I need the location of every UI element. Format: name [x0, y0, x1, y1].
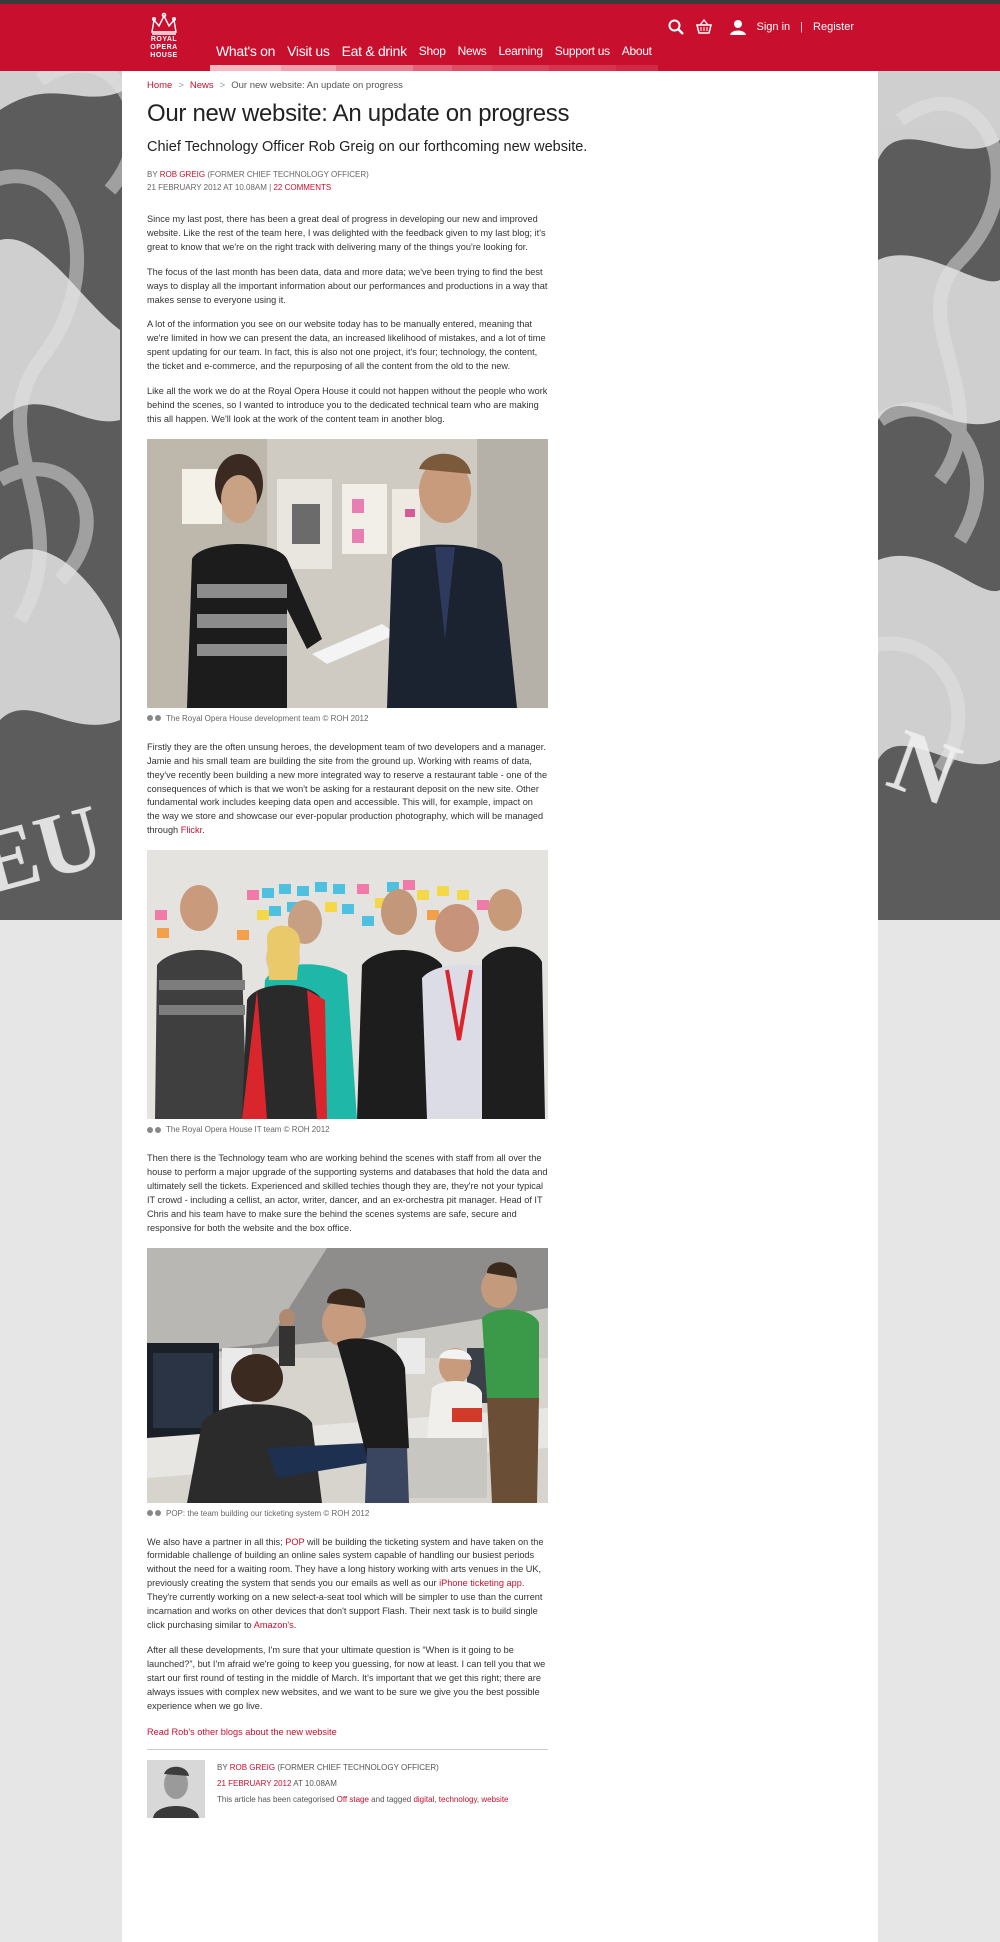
photo-caption-2: The Royal Opera House IT team © ROH 2012	[147, 1125, 548, 1134]
article-content: Home > News > Our new website: An update on …	[147, 71, 588, 1819]
photo-caption-1: The Royal Opera House development team ©…	[147, 714, 548, 723]
tag-digital-link[interactable]: digital	[413, 1795, 434, 1804]
paragraph-7-text-a: We also have a partner in all this;	[147, 1536, 286, 1547]
utility-bar: Sign in | Register	[667, 18, 854, 36]
breadcrumb: Home > News > Our new website: An update on …	[147, 80, 548, 91]
byline: BY ROB GREIG (FORMER CHIEF TECHNOLOGY OF…	[147, 168, 548, 194]
breadcrumb-current: Our new website: An update on progress	[231, 80, 403, 91]
author-box-date-link[interactable]: 21 FEBRUARY 2012	[217, 1779, 291, 1788]
logo-line-1: ROYAL	[150, 36, 178, 43]
nav-about[interactable]: About	[615, 40, 658, 71]
comments-link[interactable]: 22 COMMENTS	[273, 183, 331, 192]
caption-1-text: The Royal Opera House development team ©…	[166, 713, 369, 723]
author-box-role: (FORMER CHIEF TECHNOLOGY OFFICER)	[275, 1763, 439, 1773]
main-nav: What's on Visit us Eat & drink Shop News…	[210, 40, 658, 71]
search-icon[interactable]	[667, 18, 685, 36]
site-header: ROYAL OPERA HOUSE What's on Visit us Eat…	[0, 4, 1000, 71]
breadcrumb-chevron: >	[219, 80, 226, 91]
gallery-dots-icon[interactable]	[147, 715, 161, 722]
register-link[interactable]: Register	[813, 21, 854, 33]
author-box-details: BY ROB GREIG (FORMER CHIEF TECHNOLOGY OF…	[217, 1760, 508, 1818]
author-box: BY ROB GREIG (FORMER CHIEF TECHNOLOGY OF…	[147, 1749, 548, 1819]
nav-whats-on[interactable]: What's on	[210, 40, 282, 71]
gallery-dots-icon[interactable]	[147, 1510, 161, 1517]
paragraph-6: Then there is the Technology team who ar…	[147, 1153, 548, 1233]
paragraph-7-end: .	[293, 1620, 297, 1630]
paragraph-2: The focus of the last month has been dat…	[147, 266, 548, 305]
author-link[interactable]: ROB GREIG	[160, 170, 205, 179]
tag-website-link[interactable]: website	[481, 1795, 508, 1804]
util-separator: |	[800, 21, 804, 33]
nav-support-us[interactable]: Support us	[548, 40, 616, 71]
tag-prefix: and tagged	[368, 1795, 414, 1805]
category-prefix: This article has been categorised	[217, 1795, 337, 1805]
nav-news[interactable]: News	[451, 40, 493, 71]
page-title: Our new website: An update on progress	[147, 100, 570, 127]
paragraph-3: A lot of the information you see on our …	[147, 319, 546, 372]
pop-link[interactable]: POP	[285, 1537, 304, 1547]
paragraph-5: Firstly they are the often unsung heroes…	[147, 741, 548, 838]
sign-in-link[interactable]: Sign in	[757, 21, 791, 33]
paragraph-1: Since my last post, there has been a gre…	[147, 214, 546, 252]
article-page: Home > News > Our new website: An update on …	[122, 71, 878, 1942]
author-role: (FORMER CHIEF TECHNOLOGY OFFICER)	[205, 170, 369, 179]
top-strip	[0, 0, 1000, 4]
breadcrumb-chevron: >	[178, 80, 184, 91]
iphone-app-link[interactable]: iPhone ticketing app	[439, 1578, 522, 1588]
nav-visit-us[interactable]: Visit us	[281, 40, 337, 71]
nav-eat-drink[interactable]: Eat & drink	[335, 40, 413, 71]
read-more-link[interactable]: Read Rob's other blogs about the new web…	[147, 1727, 548, 1737]
nav-shop[interactable]: Shop	[412, 40, 452, 71]
author-box-author-link[interactable]: ROB GREIG	[230, 1763, 275, 1772]
gallery-dots-icon[interactable]	[147, 1126, 161, 1133]
photo-caption-3: POP: the team building our ticketing sys…	[147, 1509, 548, 1518]
caption-2-text: The Royal Opera House IT team © ROH 2012	[166, 1125, 330, 1135]
paragraph-4: Like all the work we do at the Royal Ope…	[147, 386, 548, 424]
caption-3-text: POP: the team building our ticketing sys…	[166, 1508, 370, 1518]
author-box-by: BY	[217, 1763, 230, 1773]
basket-icon[interactable]	[695, 18, 713, 36]
paragraph-5-text: Firstly they are the often unsung heroes…	[147, 741, 548, 836]
development-team-photo	[147, 438, 548, 708]
pop-team-photo	[147, 1247, 548, 1503]
amazon-link[interactable]: Amazon's	[254, 1620, 294, 1630]
author-avatar	[147, 1760, 205, 1819]
flickr-link[interactable]: Flickr	[181, 825, 202, 835]
category-link[interactable]: Off stage	[337, 1795, 369, 1804]
breadcrumb-home[interactable]: Home	[147, 80, 172, 91]
by-prefix: BY	[147, 170, 160, 179]
paragraph-7: We also have a partner in all this; POP …	[147, 1536, 548, 1633]
post-date: 21 FEBRUARY 2012 AT 10.08AM |	[147, 183, 274, 192]
it-team-photo	[147, 850, 548, 1120]
page-subtitle: Chief Technology Officer Rob Greig on ou…	[147, 139, 588, 155]
nav-learning[interactable]: Learning	[492, 40, 550, 71]
user-icon[interactable]	[729, 18, 747, 36]
crown-icon	[151, 12, 177, 35]
author-box-time: AT 10.08AM	[291, 1779, 337, 1789]
logo-line-3: HOUSE	[150, 52, 178, 59]
logo-line-2: OPERA	[150, 44, 178, 51]
paragraph-5-end: .	[202, 825, 205, 836]
breadcrumb-news[interactable]: News	[190, 80, 214, 91]
paragraph-8: After all these developments, I'm sure t…	[147, 1644, 546, 1711]
royal-opera-house-logo[interactable]: ROYAL OPERA HOUSE	[146, 12, 182, 66]
tag-technology-link[interactable]: technology	[439, 1795, 477, 1804]
